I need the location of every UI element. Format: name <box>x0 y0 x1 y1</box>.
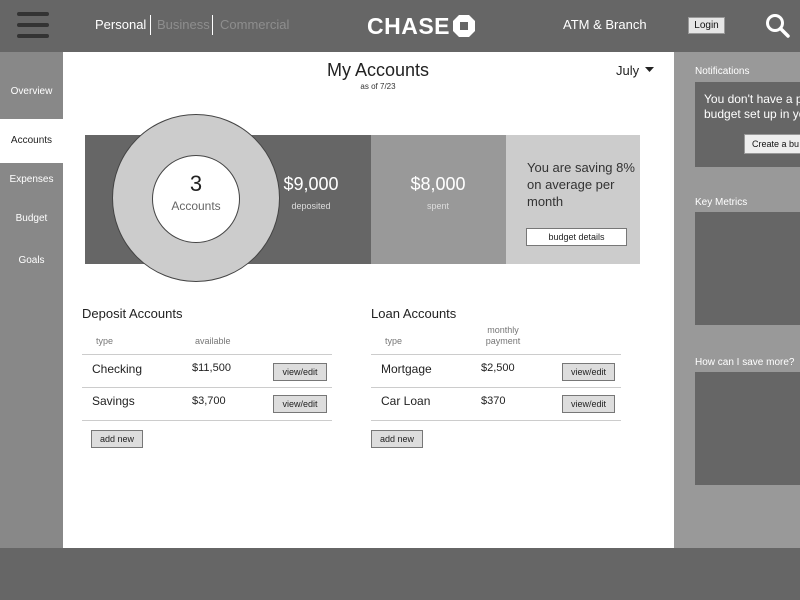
savings-view-edit-button[interactable]: view/edit <box>273 395 327 413</box>
deposit-row-type: Checking <box>92 362 143 376</box>
sidebar-item-goals[interactable]: Goals <box>0 255 63 266</box>
login-button[interactable]: Login <box>688 17 725 34</box>
deposit-row-amount: $11,500 <box>192 362 231 374</box>
notification-message: You don't have a p budget set up in yo <box>704 92 800 122</box>
nav-commercial[interactable]: Commercial <box>220 17 289 32</box>
budget-details-button[interactable]: budget details <box>526 228 627 246</box>
create-budget-button[interactable]: Create a bu <box>744 134 800 154</box>
loan-row-type: Mortgage <box>381 362 432 376</box>
sidebar-item-overview[interactable]: Overview <box>0 86 63 97</box>
notifications-title: Notifications <box>695 66 750 77</box>
loan-col-monthly: monthly <box>487 325 519 335</box>
loan-row-amount: $2,500 <box>481 362 515 374</box>
spent-label: spent <box>426 201 450 211</box>
spent-panel <box>371 135 506 264</box>
left-sidebar: Overview Accounts Expenses Budget Goals <box>0 52 63 548</box>
donut-center: 3 Accounts <box>152 155 240 243</box>
accounts-donut: 3 Accounts <box>112 114 280 282</box>
key-metrics-title: Key Metrics <box>695 197 748 208</box>
spent-value: $8,000 <box>410 174 466 194</box>
notification-line: You don't have a p <box>704 92 800 106</box>
nav-personal[interactable]: Personal <box>95 17 146 32</box>
notification-line: budget set up in yo <box>704 107 800 121</box>
loan-row-type: Car Loan <box>381 394 431 408</box>
save-more-panel <box>695 372 800 485</box>
deposit-row-amount: $3,700 <box>192 395 226 407</box>
nav-business[interactable]: Business <box>157 17 210 32</box>
page-title: My Accounts <box>326 60 430 80</box>
as-of-date: as of 7/23 <box>360 82 396 91</box>
hamburger-menu-icon[interactable] <box>17 12 49 39</box>
top-header: Personal Business Commercial CHASE ATM &… <box>0 0 800 52</box>
sidebar-item-accounts[interactable]: Accounts <box>0 119 63 163</box>
deposit-col-type: type <box>96 336 114 346</box>
sidebar-item-budget[interactable]: Budget <box>0 213 63 224</box>
car-loan-view-edit-button[interactable]: view/edit <box>562 395 615 413</box>
search-icon[interactable] <box>765 13 791 39</box>
deposit-accounts-title: Deposit Accounts <box>82 306 183 321</box>
divider <box>82 354 332 355</box>
deposit-add-new-button[interactable]: add new <box>91 430 143 448</box>
loan-accounts-title: Loan Accounts <box>371 306 457 321</box>
deposited-value: $9,000 <box>283 174 339 194</box>
summary-banner: You are saving 8% on average per month b… <box>85 114 640 282</box>
octagon-logo-icon <box>453 15 476 37</box>
divider <box>371 420 621 421</box>
mortgage-view-edit-button[interactable]: view/edit <box>562 363 615 381</box>
divider <box>82 420 332 421</box>
loan-col-payment: payment <box>485 336 521 346</box>
chase-logo[interactable]: CHASE <box>367 12 476 40</box>
logo-text: CHASE <box>367 12 451 39</box>
month-label: July <box>616 63 640 78</box>
notifications-panel: You don't have a p budget set up in yo C… <box>695 82 800 167</box>
main-content: My Accounts as of 7/23 July You are savi… <box>63 52 674 548</box>
checking-view-edit-button[interactable]: view/edit <box>273 363 327 381</box>
key-metrics-panel <box>695 212 800 325</box>
saving-panel: You are saving 8% on average per month b… <box>506 135 640 264</box>
save-more-title: How can I save more? <box>695 357 795 368</box>
divider <box>82 387 332 388</box>
divider <box>371 354 621 355</box>
saving-message: You are saving 8% on average per month <box>527 160 635 209</box>
nav-divider <box>212 15 213 35</box>
accounts-count: 3 <box>189 171 203 196</box>
sidebar-item-expenses[interactable]: Expenses <box>0 174 63 185</box>
deposited-label: deposited <box>291 201 331 211</box>
accounts-count-label: Accounts <box>171 199 221 213</box>
loan-row-amount: $370 <box>481 395 506 407</box>
loan-col-type: type <box>385 336 403 346</box>
deposit-row-type: Savings <box>92 394 135 408</box>
caret-down-icon <box>644 67 654 72</box>
month-dropdown[interactable]: July <box>616 63 654 78</box>
loan-add-new-button[interactable]: add new <box>371 430 423 448</box>
nav-divider <box>150 15 151 35</box>
right-sidebar: Notifications You don't have a p budget … <box>674 52 800 548</box>
divider <box>371 387 621 388</box>
footer <box>0 548 800 600</box>
atm-branch-link[interactable]: ATM & Branch <box>563 17 647 32</box>
deposit-col-available: available <box>195 336 231 346</box>
